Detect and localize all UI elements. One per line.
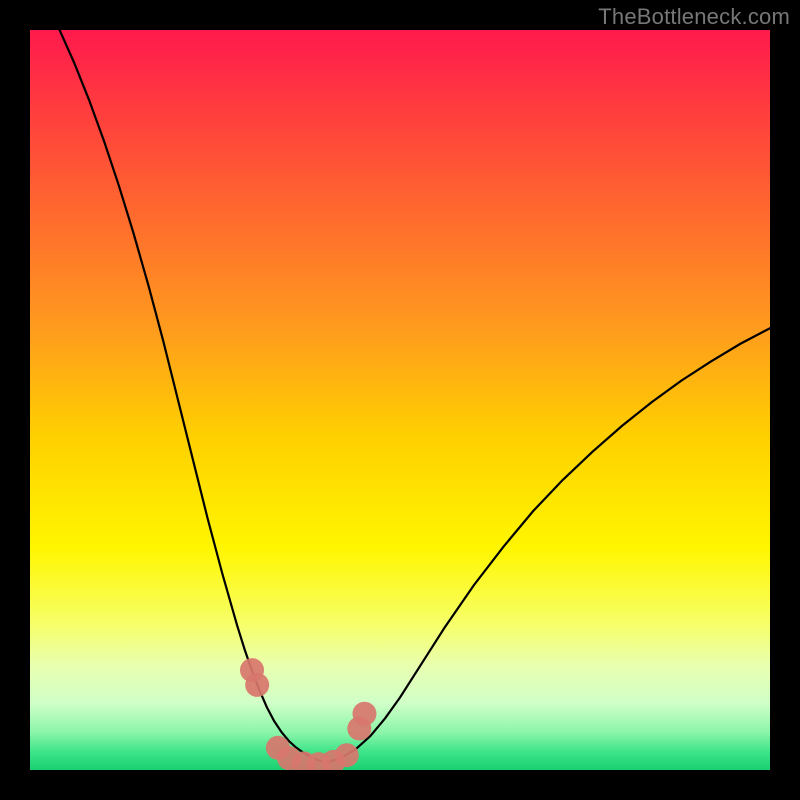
chart-marker bbox=[352, 702, 376, 726]
chart-curves-layer bbox=[30, 30, 770, 770]
curve-left-arm bbox=[60, 30, 326, 763]
chart-marker bbox=[245, 673, 269, 697]
chart-marker bbox=[335, 743, 359, 767]
chart-markers bbox=[240, 658, 376, 770]
watermark-text: TheBottleneck.com bbox=[598, 4, 790, 30]
chart-plot-area bbox=[30, 30, 770, 770]
curve-right-arm bbox=[326, 328, 770, 762]
chart-frame: TheBottleneck.com bbox=[0, 0, 800, 800]
